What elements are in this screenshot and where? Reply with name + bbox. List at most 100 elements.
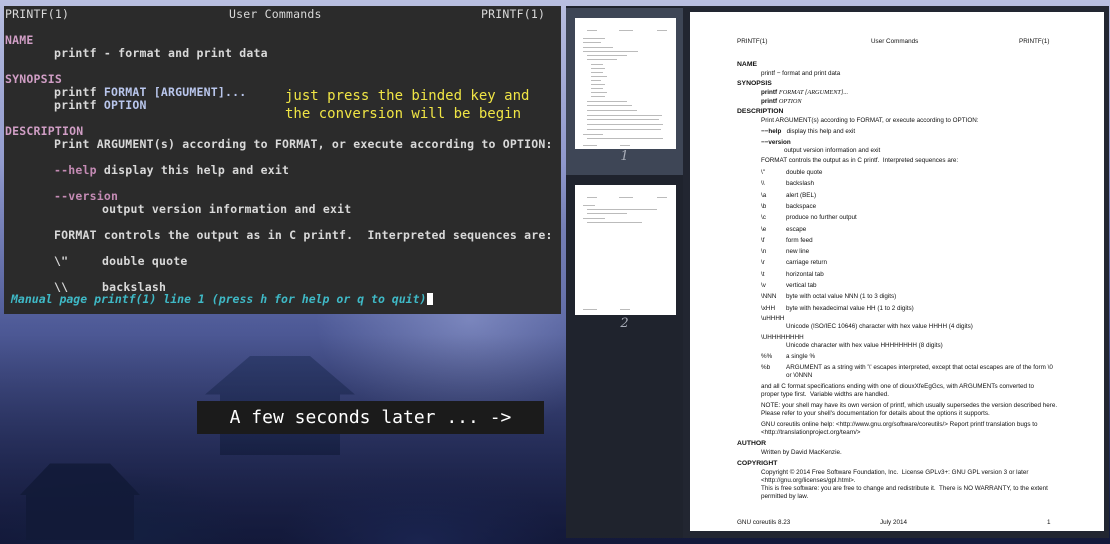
seq-desc: backspace [786, 202, 817, 210]
help-flag: −−help [761, 128, 782, 135]
man-format-text: FORMAT controls the output as in C print… [54, 228, 553, 242]
page-copyright-1: Copyright © 2014 Free Software Foundatio… [761, 469, 1029, 476]
page-gnu-1: GNU coreutils online help: <http://www.g… [761, 421, 1038, 428]
pdf-viewer-window[interactable]: 1 2 PRINTF(1) User Commands PRINTF(1) NA… [566, 6, 1109, 538]
man-description-text: Print ARGUMENT(s) according to FORMAT, o… [54, 137, 553, 151]
seq-code-u8: \UHHHHHHHH [761, 334, 804, 341]
page-format-text: FORMAT controls the output as in C print… [761, 157, 959, 164]
seq-desc-u4: Unicode (ISO/IEC 10646) character with h… [786, 323, 973, 330]
version-option-desc: output version information and exit [102, 202, 352, 216]
man-synopsis-line-1: printf FORMAT [ARGUMENT]... [54, 85, 246, 99]
pdf-page-1[interactable]: PRINTF(1) User Commands PRINTF(1) NAME p… [690, 12, 1104, 531]
seq-desc: byte with octal value NNN (1 to 3 digits… [786, 293, 897, 301]
help-desc: display this help and exit [786, 128, 856, 135]
pager-status-text: Manual page printf(1) line 1 (press h fo… [11, 292, 427, 306]
page-footer-date: July 2014 [880, 519, 907, 526]
page-header-right: PRINTF(1) [1019, 38, 1050, 45]
page-allc-1: and all C format specifications ending w… [761, 383, 1034, 390]
help-option-desc: display this help and exit [103, 163, 290, 177]
seq-code-u4: \uHHHH [761, 315, 785, 322]
seq-desc-u8: Unicode character with hex value HHHHHHH… [786, 342, 943, 349]
seq-code: \xHH [761, 304, 775, 312]
page-description-heading: DESCRIPTION [737, 108, 784, 115]
seq-code: \b [761, 202, 767, 210]
seq-code: \v [761, 282, 766, 289]
page-version-desc: output version information and exit [784, 147, 881, 154]
synopsis-args: FORMAT [ARGUMENT]... [778, 89, 849, 96]
synopsis-cmd: printf [761, 98, 778, 105]
page-footer-left: GNU coreutils 8.23 [737, 519, 791, 526]
seq-desc-pct: a single % [786, 353, 816, 360]
terminal-window[interactable]: PRINTF(1) User Commands PRINTF(1) NAME p… [4, 6, 561, 314]
page-thumbnail-1[interactable] [575, 18, 676, 149]
seq-desc: byte with hexadecimal value HH (1 to 2 d… [786, 304, 914, 312]
thumbnail-label-1: 1 [620, 149, 629, 164]
help-option-flag: --help [54, 163, 97, 177]
page-synopsis-1: printf FORMAT [ARGUMENT]... [761, 89, 848, 96]
seq-desc: form feed [786, 236, 813, 244]
pager-status-line: Manual page printf(1) line 1 (press h fo… [11, 292, 434, 306]
seq-desc: new line [786, 248, 810, 256]
page-description-text: Print ARGUMENT(s) according to FORMAT, o… [761, 117, 979, 124]
page-copyright-2: <http://gnu.org/licenses/gpl.html>. [761, 477, 856, 484]
page-help-option: −−help display this help and exit [761, 128, 855, 135]
page-name-text: printf − format and print data [761, 70, 841, 77]
page-copyright-heading: COPYRIGHT [737, 460, 778, 467]
man-synopsis-line-2: printf OPTION [54, 98, 147, 112]
thumbnail-label-2: 2 [620, 316, 629, 331]
seq-desc: carriage return [786, 259, 827, 267]
page-header-title: User Commands [871, 38, 919, 45]
synopsis-option: OPTION [778, 98, 802, 105]
seq-desc-b-2: or \0NNN [786, 372, 813, 379]
page-synopsis-heading: SYNOPSIS [737, 80, 772, 87]
seq-desc: alert (BEL) [786, 191, 817, 199]
thumbnail-sidebar[interactable]: 1 2 [566, 6, 683, 538]
synopsis-cmd: printf [54, 98, 97, 112]
page-allc-2: proper type first. Variable widths are h… [761, 391, 889, 398]
seq-code-b: %b [761, 364, 771, 371]
seq-code: \t [761, 270, 765, 278]
man-header-title: User Commands [229, 7, 322, 21]
seq-code: \a [761, 191, 767, 199]
seq-code-dquote: \" [54, 254, 69, 268]
page-author-text: Written by David MacKenzie. [761, 449, 842, 456]
seq-code-pct: %% [761, 353, 773, 360]
man-header-left: PRINTF(1) [5, 7, 70, 21]
seq-code: \f [761, 236, 765, 244]
page-note-2: Please refer to your shell's documentati… [761, 410, 990, 417]
seq-desc-dquote: double quote [102, 254, 188, 268]
seq-desc: vertical tab [786, 282, 817, 289]
page-author-heading: AUTHOR [737, 440, 767, 447]
page-header-left: PRINTF(1) [737, 38, 768, 45]
seq-desc: backslash [786, 180, 815, 188]
synopsis-option-arg: OPTION [103, 98, 147, 112]
man-description-heading: DESCRIPTION [5, 124, 84, 138]
page-version-flag: −−version [761, 139, 791, 146]
man-help-option: --help display this help and exit [54, 163, 289, 177]
seq-desc: escape [786, 225, 807, 233]
version-option-flag: --version [54, 189, 119, 203]
man-header-right: PRINTF(1) [481, 7, 546, 21]
man-name-heading: NAME [5, 33, 34, 47]
synopsis-argument-arg: [ARGUMENT]... [153, 85, 247, 99]
synopsis-format-arg: FORMAT [103, 85, 147, 99]
seq-desc: horizontal tab [786, 270, 824, 278]
seq-code: \NNN [761, 293, 777, 301]
seq-desc: produce no further output [786, 214, 857, 222]
page-footer-number: 1 [1047, 519, 1051, 526]
synopsis-cmd: printf [54, 85, 97, 99]
annotation-note: just press the binded key and the conver… [285, 88, 530, 122]
man-name-text: printf - format and print data [54, 46, 268, 60]
page-copyright-4: permitted by law. [761, 493, 809, 500]
seq-code: \c [761, 214, 766, 222]
terminal-cursor [427, 293, 434, 305]
seq-code: \n [761, 248, 767, 256]
seq-desc: double quote [786, 169, 823, 176]
page-name-heading: NAME [737, 61, 758, 68]
page-gnu-2: <http://translationproject.org/team/> [761, 429, 861, 436]
seq-desc-b-1: ARGUMENT as a string with '\' escapes in… [786, 364, 1053, 371]
page-synopsis-2: printf OPTION [761, 98, 802, 105]
seq-code: \\ [761, 180, 765, 188]
seq-code: \e [761, 225, 767, 233]
page-thumbnail-2[interactable] [575, 185, 676, 315]
